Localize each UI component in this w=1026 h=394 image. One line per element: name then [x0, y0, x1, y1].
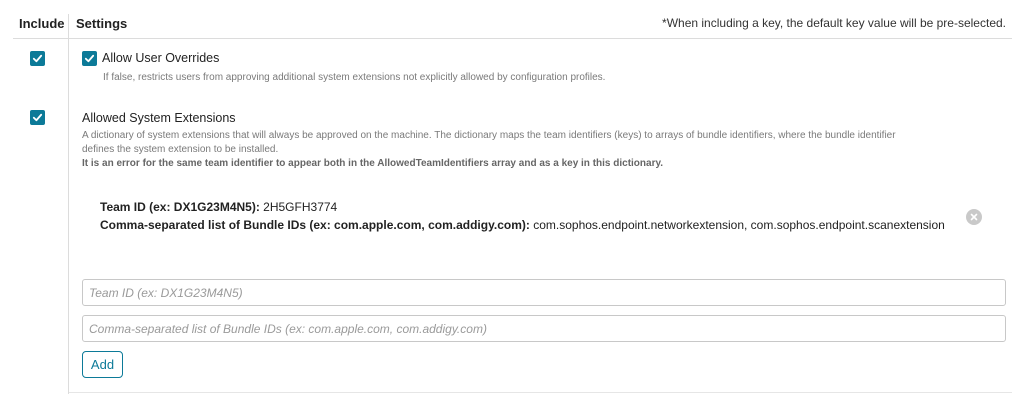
- include-column-header: Include: [19, 16, 65, 31]
- column-divider: [68, 14, 69, 394]
- default-key-note: *When including a key, the default key v…: [662, 16, 1006, 30]
- checkmark-icon: [84, 54, 95, 63]
- table-header: Include Settings *When including a key, …: [0, 0, 1026, 38]
- team-id-entry-value: 2H5GFH3774: [263, 200, 338, 214]
- bundle-ids-entry-value: com.sophos.endpoint.networkextension, co…: [533, 218, 945, 232]
- bundle-ids-entry: Comma-separated list of Bundle IDs (ex: …: [100, 218, 945, 232]
- close-circle-icon[interactable]: [966, 209, 982, 225]
- bottom-divider: [69, 392, 1012, 393]
- allow-user-overrides-checkbox[interactable]: [82, 51, 97, 66]
- settings-column-header: Settings: [76, 16, 128, 31]
- bundle-ids-input[interactable]: [82, 315, 1006, 342]
- allow-user-overrides-help: If false, restricts users from approving…: [103, 72, 606, 83]
- team-id-entry: Team ID (ex: DX1G23M4N5): 2H5GFH3774: [100, 200, 337, 214]
- checkmark-icon: [32, 54, 43, 63]
- team-id-input[interactable]: [82, 279, 1006, 306]
- add-button[interactable]: Add: [82, 351, 123, 378]
- allowed-system-extensions-help-line2: defines the system extension to be insta…: [82, 144, 279, 155]
- include-allowed-system-extensions-checkbox[interactable]: [30, 110, 45, 125]
- checkmark-icon: [32, 113, 43, 122]
- team-id-entry-label: Team ID (ex: DX1G23M4N5):: [100, 200, 260, 214]
- allow-user-overrides-label: Allow User Overrides: [102, 51, 220, 65]
- allowed-system-extensions-label: Allowed System Extensions: [82, 111, 236, 125]
- include-allow-user-overrides-checkbox[interactable]: [30, 51, 45, 66]
- allowed-system-extensions-help-line1: A dictionary of system extensions that w…: [82, 130, 896, 141]
- bundle-ids-entry-label: Comma-separated list of Bundle IDs (ex: …: [100, 218, 530, 232]
- header-divider: [13, 38, 1012, 39]
- allowed-system-extensions-help-warning: It is an error for the same team identif…: [82, 158, 664, 169]
